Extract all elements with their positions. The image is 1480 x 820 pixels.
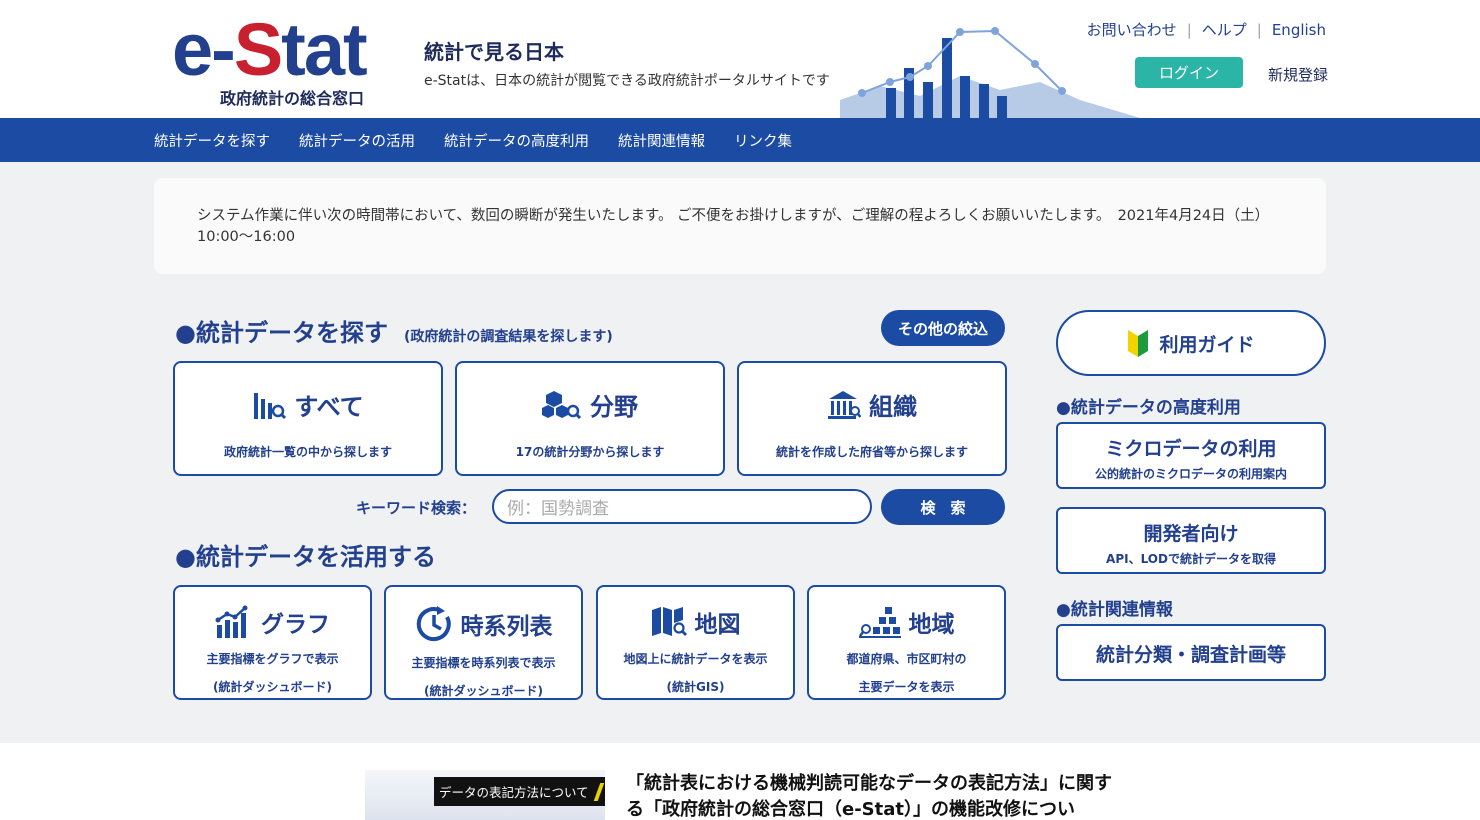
graph-desc-line2: (統計ダッシュボード) [213, 680, 332, 694]
classification-title: 統計分類・調査計画等 [1095, 644, 1286, 666]
find-by-org-label: 組織 [869, 393, 917, 421]
help-link[interactable]: ヘルプ [1202, 19, 1247, 40]
developer-title: 開発者向け [1143, 523, 1239, 545]
bar-chart-search-icon [254, 392, 287, 419]
map-label: 地図 [694, 612, 741, 638]
nav-item-links[interactable]: リンク集 [734, 130, 792, 151]
search-button[interactable]: 検 索 [881, 489, 1005, 525]
nav-item-advanced-use[interactable]: 統計データの高度利用 [444, 130, 589, 151]
link-separator: | [1256, 20, 1262, 39]
user-guide-label: 利用ガイド [1159, 333, 1255, 356]
map-desc-line1: 地図上に統計データを表示 [623, 652, 768, 666]
logo-subtitle: 政府統計の総合窓口 [220, 89, 365, 108]
region-stairs-icon [858, 607, 901, 638]
graph-icon [215, 605, 248, 638]
nav-item-use-data[interactable]: 統計データの活用 [299, 130, 415, 151]
site-header: e-Stat 政府統計の総合窓口 統計で見る日本 e-Statは、日本の統計が閲… [0, 0, 1480, 118]
tagline-subtitle: e-Statは、日本の統計が閲覧できる政府統計ポータルサイトです [424, 73, 830, 89]
map-icon [651, 607, 687, 636]
contact-link[interactable]: お問い合わせ [1087, 19, 1177, 40]
news-thumbnail-badge: データの表記方法について [434, 777, 605, 806]
nav-item-related-info[interactable]: 統計関連情報 [618, 130, 705, 151]
find-by-field-card[interactable]: 分野 17の統計分野から探します [455, 361, 725, 476]
find-by-field-label: 分野 [590, 393, 638, 421]
advanced-use-heading: ●統計データの高度利用 [1056, 398, 1241, 418]
logo-wordmark: e-Stat [172, 8, 368, 91]
microdata-button[interactable]: ミクロデータの利用 公的統計のミクロデータの利用案内 [1056, 422, 1326, 489]
timeseries-label: 時系列表 [460, 614, 553, 640]
login-button[interactable]: ログイン [1135, 57, 1243, 88]
microdata-sub: 公的統計のミクロデータの利用案内 [1094, 467, 1287, 481]
related-info-heading: ●統計関連情報 [1056, 600, 1173, 620]
nav-item-find-data[interactable]: 統計データを探す [154, 130, 270, 151]
find-data-note: (政府統計の調査結果を探します) [403, 329, 613, 345]
region-card[interactable]: 地域 都道府県、市区町村の 主要データを表示 [807, 585, 1006, 700]
keyword-search-label: キーワード検索： [356, 499, 477, 517]
find-by-field-desc: 17の統計分野から探します [515, 445, 665, 459]
global-nav: 統計データを探す 統計データの活用 統計データの高度利用 統計関連情報 リンク集 [0, 118, 1480, 162]
graph-card[interactable]: グラフ 主要指標をグラフで表示 (統計ダッシュボード) [173, 585, 372, 700]
cubes-search-icon [542, 390, 582, 419]
map-card[interactable]: 地図 地図上に統計データを表示 (統計GIS) [596, 585, 795, 700]
news-headline[interactable]: 「統計表における機械判読可能なデータの表記方法」に関する「政府統計の総合窓口（e… [626, 771, 1121, 820]
map-desc-line2: (統計GIS) [666, 680, 725, 694]
developer-sub: API、LODで統計データを取得 [1106, 552, 1276, 566]
utility-links: お問い合わせ | ヘルプ | English [1087, 19, 1326, 40]
maintenance-notice: システム作業に伴い次の時間帯において、数回の瞬断が発生いたします。 ご不便をお掛… [154, 178, 1326, 274]
english-link[interactable]: English [1272, 21, 1326, 39]
keyword-search-input[interactable]: 例：国勢調査 [492, 489, 872, 524]
find-all-desc: 政府統計一覧の中から探します [223, 445, 392, 459]
graph-desc-line1: 主要指標をグラフで表示 [206, 652, 339, 666]
clock-icon [416, 606, 451, 642]
region-desc-line2: 主要データを表示 [858, 680, 955, 694]
find-all-card[interactable]: すべて 政府統計一覧の中から探します [173, 361, 443, 476]
find-all-label: すべて [294, 393, 364, 421]
use-data-heading: ●統計データを活用する [175, 543, 436, 571]
timeseries-desc-line1: 主要指標を時系列表で表示 [411, 656, 556, 670]
badge-accent [593, 783, 605, 801]
region-desc-line1: 都道府県、市区町村の [846, 652, 967, 666]
tagline-title: 統計で見る日本 [424, 40, 564, 64]
register-link[interactable]: 新規登録 [1268, 64, 1328, 85]
find-by-org-card[interactable]: 組織 統計を作成した府省等から探します [737, 361, 1007, 476]
user-guide-button[interactable]: 利用ガイド [1056, 310, 1326, 376]
microdata-title: ミクロデータの利用 [1105, 438, 1277, 460]
find-by-org-desc: 統計を作成した府省等から探します [775, 445, 968, 459]
timeseries-desc-line2: (統計ダッシュボード) [424, 684, 543, 698]
beginner-mark-icon [1128, 330, 1149, 357]
developer-button[interactable]: 開発者向け API、LODで統計データを取得 [1056, 507, 1326, 574]
estat-logo[interactable]: e-Stat 政府統計の総合窓口 [172, 8, 382, 109]
find-data-heading: ●統計データを探す (政府統計の調査結果を探します) [175, 319, 613, 347]
link-separator: | [1186, 20, 1192, 39]
timeseries-card[interactable]: 時系列表 主要指標を時系列表で表示 (統計ダッシュボード) [384, 585, 583, 700]
graph-label: グラフ [261, 612, 330, 638]
classification-button[interactable]: 統計分類・調査計画等 [1056, 624, 1326, 681]
narrow-down-button[interactable]: その他の絞込 [881, 310, 1005, 346]
region-label: 地域 [908, 612, 955, 638]
government-building-icon [828, 390, 861, 419]
